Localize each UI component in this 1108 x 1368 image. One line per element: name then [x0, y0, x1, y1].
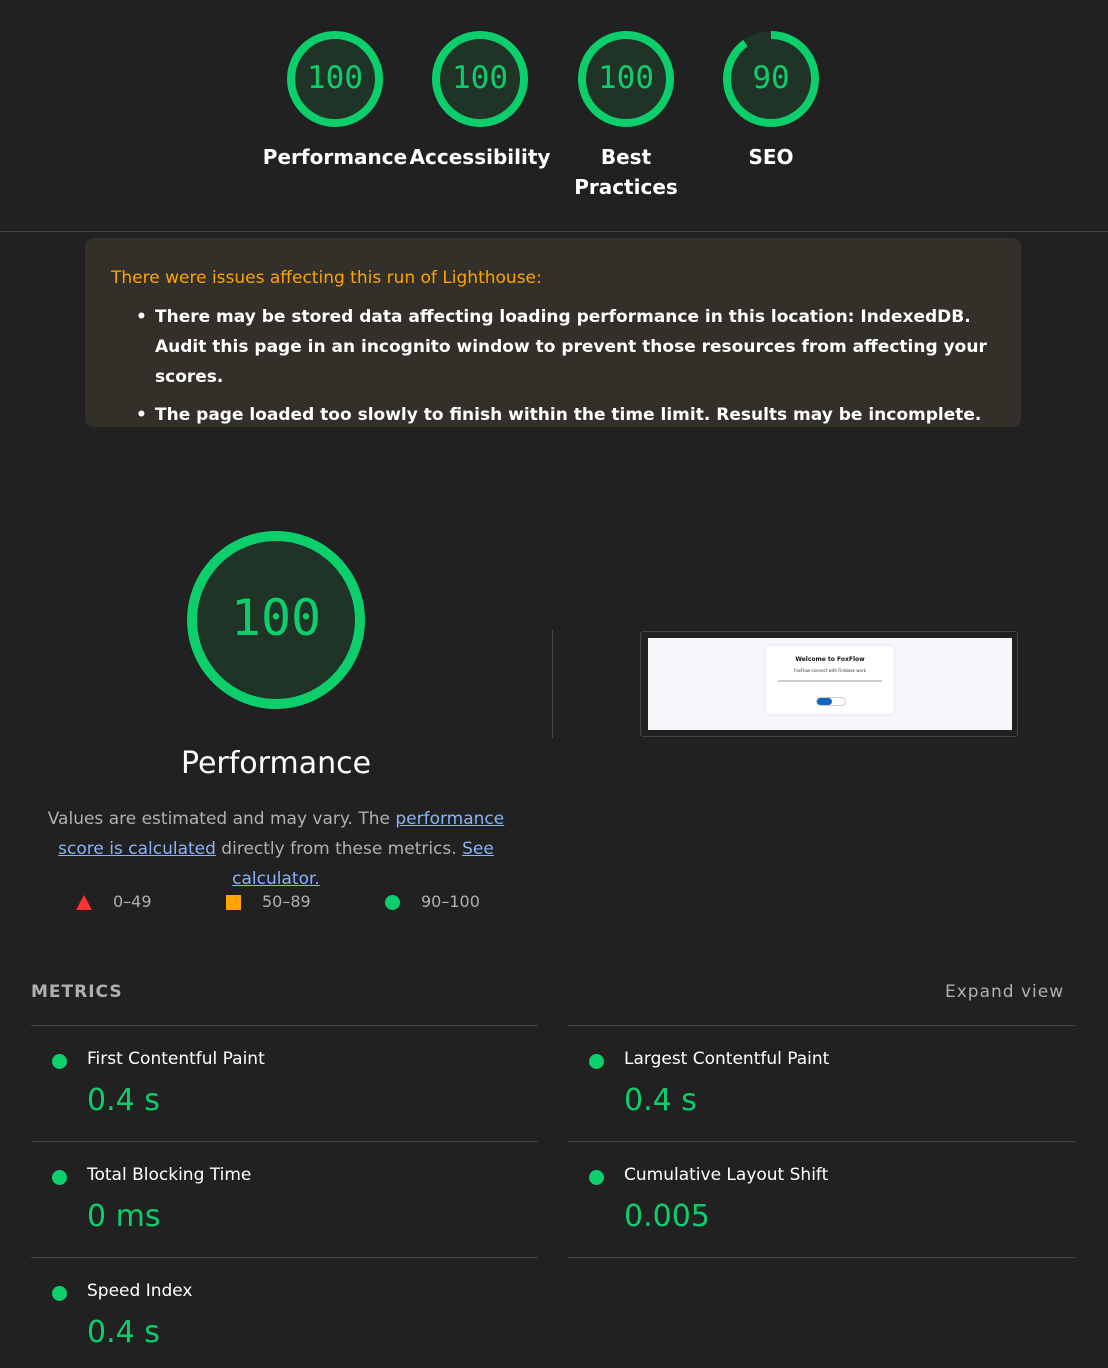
warning-list: There may be stored data affecting loadi… [136, 302, 995, 438]
category-label-best-practices[interactable]: Best Practices [566, 142, 686, 202]
warning-item: There may be stored data affecting loadi… [136, 302, 995, 392]
legend-range-average: 50–89 [262, 892, 311, 911]
screenshot-title: Welcome to FoxFlow [795, 656, 865, 663]
metric-first-contentful-paint: First Contentful Paint 0.4 s [31, 1026, 538, 1141]
metric-largest-contentful-paint: Largest Contentful Paint 0.4 s [568, 1026, 1075, 1141]
score-value: 100 [598, 60, 654, 96]
performance-title: Performance [180, 746, 372, 781]
metric-title: Cumulative Layout Shift [624, 1165, 829, 1185]
expand-view-toggle[interactable]: Expand view [945, 982, 1064, 1002]
category-label-accessibility[interactable]: Accessibility [405, 142, 555, 172]
gauge-seo[interactable]: 90 [722, 30, 820, 128]
pass-circle-icon [589, 1054, 604, 1069]
metric-value: 0 ms [87, 1199, 161, 1234]
metric-title: Largest Contentful Paint [624, 1049, 830, 1069]
legend-range-pass: 90–100 [421, 892, 480, 911]
gauge-best-practices[interactable]: 100 [577, 30, 675, 128]
vertical-divider [552, 630, 553, 738]
metric-value: 0.4 s [624, 1083, 697, 1118]
final-screenshot[interactable]: Welcome to FoxFlow FoxFlow connect with … [640, 631, 1018, 737]
run-warnings: There were issues affecting this run of … [85, 238, 1021, 430]
gauge-performance-large: 100 [185, 529, 367, 711]
pass-circle-icon [52, 1054, 67, 1069]
category-label-seo[interactable]: SEO [696, 142, 846, 172]
pass-circle-icon [385, 895, 400, 910]
metric-speed-index: Speed Index 0.4 s [31, 1258, 538, 1368]
pass-circle-icon [52, 1170, 67, 1185]
screenshot-subtitle: FoxFlow connect with Firebase work [794, 668, 866, 673]
pass-circle-icon [52, 1286, 67, 1301]
pass-circle-icon [589, 1170, 604, 1185]
score-value: 100 [452, 60, 508, 96]
warning-title: There were issues affecting this run of … [111, 268, 542, 288]
header-divider [0, 231, 1108, 232]
screenshot-text-line [778, 680, 882, 682]
score-value: 90 [752, 60, 790, 96]
average-square-icon [226, 895, 241, 910]
fail-triangle-icon [76, 895, 92, 910]
screenshot-image: Welcome to FoxFlow FoxFlow connect with … [648, 638, 1012, 730]
screenshot-card: Welcome to FoxFlow FoxFlow connect with … [766, 646, 894, 714]
metric-value: 0.4 s [87, 1315, 160, 1350]
metric-value: 0.005 [624, 1199, 710, 1234]
metric-cumulative-layout-shift: Cumulative Layout Shift 0.005 [568, 1142, 1075, 1257]
score-value: 100 [230, 589, 322, 647]
metric-value: 0.4 s [87, 1083, 160, 1118]
score-value: 100 [307, 60, 363, 96]
legend-range-fail: 0–49 [113, 892, 152, 911]
gauge-performance[interactable]: 100 [286, 30, 384, 128]
metrics-header: METRICS [31, 982, 123, 1002]
metric-title: Total Blocking Time [87, 1165, 252, 1185]
metric-total-blocking-time: Total Blocking Time 0 ms [31, 1142, 538, 1257]
desc-prefix: Values are estimated and may vary. The [47, 809, 396, 829]
category-label-performance[interactable]: Performance [260, 142, 410, 172]
desc-middle: directly from these metrics. [215, 839, 463, 859]
performance-description: Values are estimated and may vary. The p… [30, 804, 522, 894]
screenshot-toggle [816, 697, 846, 706]
metric-title: Speed Index [87, 1281, 193, 1301]
warning-item: The page loaded too slowly to finish wit… [136, 400, 995, 430]
gauge-accessibility[interactable]: 100 [431, 30, 529, 128]
metrics-divider [568, 1257, 1075, 1258]
metric-title: First Contentful Paint [87, 1049, 265, 1069]
